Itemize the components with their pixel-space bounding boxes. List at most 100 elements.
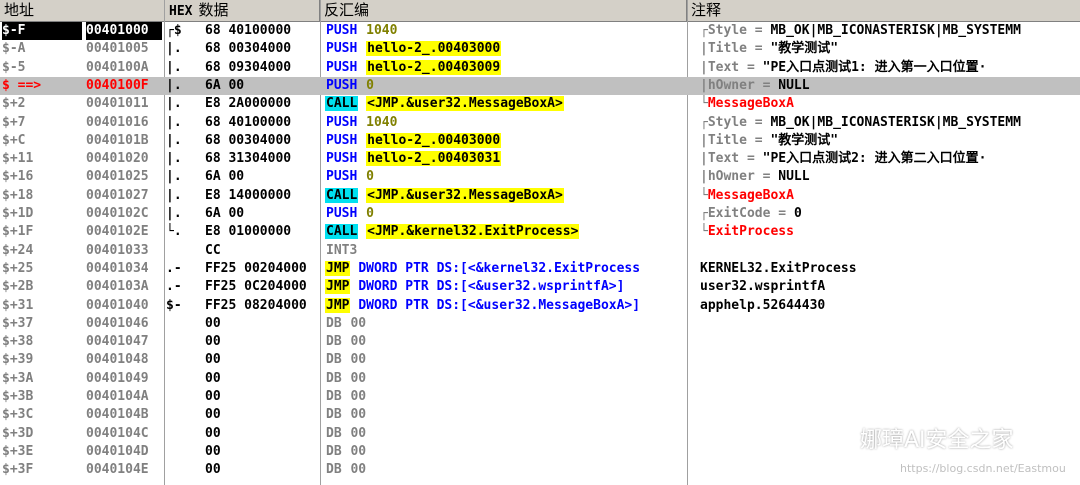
row-operand: hello-2_.00403000 bbox=[366, 41, 502, 57]
row-branch-marker: |. bbox=[166, 77, 182, 93]
listing-row[interactable]: $+37 00401046 00 DB 00 bbox=[0, 315, 1080, 333]
row-disassembly: PUSH 1040 bbox=[325, 22, 687, 40]
listing-row[interactable]: $+2 00401011 |. E8 2A000000 CALL <JMP.&user3… bbox=[0, 95, 1080, 113]
comment-value: MessageBoxA bbox=[707, 187, 794, 203]
row-operand: 00 bbox=[350, 315, 367, 331]
row-hex-bytes: CC bbox=[205, 242, 221, 258]
row-mnemonic: CALL bbox=[325, 96, 359, 112]
listing-row[interactable]: $+38 00401047 00 DB 00 bbox=[0, 333, 1080, 351]
row-branch-marker bbox=[166, 351, 196, 369]
row-comment: KERNEL32.ExitProcess bbox=[700, 260, 1080, 278]
row-address: 00401011 bbox=[86, 96, 149, 112]
row-operand: 00 bbox=[350, 389, 367, 404]
row-operand: <JMP.&user32.MessageBoxA> bbox=[366, 187, 564, 203]
row-offset: $+3B bbox=[2, 389, 34, 404]
listing-row[interactable]: $+3A 00401049 00 DB 00 bbox=[0, 370, 1080, 388]
row-disassembly: DB 00 bbox=[325, 351, 687, 369]
row-address: 00401046 bbox=[86, 315, 149, 331]
row-disassembly: DB 00 bbox=[325, 388, 687, 406]
row-hex-bytes: 00 bbox=[205, 352, 221, 368]
row-branch-marker: |. bbox=[166, 132, 182, 148]
listing-row[interactable]: $+7 00401016 |. 68 40100000 PUSH 1040 ┌Style … bbox=[0, 114, 1080, 132]
listing-row[interactable]: $+31 00401040 $- FF25 08204000 JMP DWORD PTR… bbox=[0, 297, 1080, 315]
row-operand: 1040 bbox=[366, 23, 398, 38]
row-hex-bytes: 00 bbox=[205, 407, 221, 423]
row-hex-bytes: 00 bbox=[205, 315, 221, 331]
row-branch-marker: |. bbox=[166, 114, 182, 130]
listing-row[interactable]: $+C 0040101B |. 68 00304000 PUSH hello-2_.00… bbox=[0, 132, 1080, 150]
row-hex-bytes: 00 bbox=[205, 425, 221, 441]
row-disassembly: CALL <JMP.&user32.MessageBoxA> bbox=[325, 187, 687, 205]
column-header-address[interactable]: 地址 bbox=[0, 0, 165, 21]
row-comment: └MessageBoxA bbox=[700, 95, 1080, 113]
row-comment: └MessageBoxA bbox=[700, 187, 1080, 205]
row-offset: $+18 bbox=[2, 187, 34, 203]
row-hex-bytes: 68 31304000 bbox=[205, 151, 292, 167]
row-comment bbox=[700, 370, 1080, 388]
comment-param-name: |Text bbox=[700, 59, 740, 75]
row-mnemonic: DB bbox=[326, 407, 342, 423]
row-address: 0040101B bbox=[86, 132, 149, 148]
comment-value: "PE入口点测试1: 进入第一入口位置· bbox=[762, 59, 987, 75]
listing-row[interactable]: $+16 00401025 |. 6A 00 PUSH 0 |hOwner = NULL bbox=[0, 168, 1080, 186]
row-mnemonic: PUSH bbox=[326, 41, 358, 57]
row-disassembly: INT3 bbox=[325, 242, 687, 260]
listing-row[interactable]: $ ==> 0040100F |. 6A 00 PUSH 0 |hOwner = NULL bbox=[0, 76, 1080, 96]
row-branch-marker: └. bbox=[166, 224, 182, 240]
row-address: 0040104D bbox=[86, 443, 149, 459]
row-hex-bytes: 68 00304000 bbox=[205, 41, 292, 57]
row-address: 00401033 bbox=[86, 242, 149, 258]
comment-param-name: └ bbox=[700, 96, 708, 112]
comment-param-name: ┌ExitCode bbox=[700, 206, 771, 221]
row-offset: $+25 bbox=[2, 260, 34, 276]
listing-row[interactable]: $+1D 0040102C |. 6A 00 PUSH 0 ┌ExitCode = 0 bbox=[0, 205, 1080, 223]
row-disassembly: JMP DWORD PTR DS:[<&kernel32.ExitProcess bbox=[325, 260, 687, 278]
row-comment: |hOwner = NULL bbox=[700, 77, 1080, 95]
row-comment: |Text = "PE入口点测试1: 进入第一入口位置· bbox=[700, 59, 1080, 77]
listing-row[interactable]: $+1F 0040102E └. E8 01000000 CALL <JMP.&kern… bbox=[0, 223, 1080, 241]
listing-row[interactable]: $-F 00401000 ┌$ 68 40100000 PUSH 1040 ┌Style … bbox=[0, 22, 1080, 41]
listing-row[interactable]: $-5 0040100A |. 68 09304000 PUSH hello-2_.00… bbox=[0, 59, 1080, 77]
listing-row[interactable]: $+25 00401034 .- FF25 00204000 JMP DWORD PTR… bbox=[0, 260, 1080, 278]
row-hex-bytes: E8 14000000 bbox=[205, 187, 292, 203]
row-address: 00401040 bbox=[86, 297, 149, 313]
row-operand: 00 bbox=[350, 370, 367, 386]
row-operand: 00 bbox=[350, 425, 367, 441]
column-header-comment[interactable]: 注释 bbox=[687, 0, 1080, 21]
row-mnemonic: DB bbox=[326, 334, 342, 350]
row-operand: 00 bbox=[350, 462, 367, 478]
row-offset: $+1F bbox=[2, 224, 34, 240]
listing-row[interactable]: $+18 00401027 |. E8 14000000 CALL <JMP.&user… bbox=[0, 187, 1080, 205]
comment-separator: = bbox=[746, 41, 771, 57]
listing-row[interactable]: $+11 00401020 |. 68 31304000 PUSH hello-2_.0… bbox=[0, 150, 1080, 168]
column-header-disassembly[interactable]: 反汇编 bbox=[320, 0, 687, 21]
row-hex-bytes: FF25 08204000 bbox=[205, 297, 307, 313]
row-branch-marker bbox=[166, 425, 196, 443]
row-disassembly: CALL <JMP.&kernel32.ExitProcess> bbox=[325, 223, 687, 241]
listing-row[interactable]: $+24 00401033 CC INT3 bbox=[0, 242, 1080, 260]
listing-row[interactable]: $+3B 0040104A 00 DB 00 bbox=[0, 388, 1080, 406]
row-mnemonic: JMP bbox=[325, 279, 351, 295]
row-offset: $+1D bbox=[2, 206, 34, 221]
row-disassembly: PUSH 0 bbox=[325, 168, 687, 186]
row-branch-marker bbox=[166, 333, 196, 351]
comment-separator: = bbox=[754, 77, 779, 93]
column-header-hex[interactable]: HEX 数据 bbox=[165, 0, 320, 21]
row-mnemonic: DB bbox=[326, 315, 342, 331]
row-mnemonic: DB bbox=[326, 462, 342, 478]
row-comment: |Text = "PE入口点测试2: 进入第二入口位置· bbox=[700, 150, 1080, 168]
row-mnemonic: DB bbox=[326, 425, 342, 441]
watermark-text: 娜璋AI安全之家 bbox=[860, 428, 1014, 453]
row-branch-marker: .- bbox=[166, 279, 182, 295]
listing-row[interactable]: $+2B 0040103A .- FF25 0C204000 JMP DWORD PTR… bbox=[0, 278, 1080, 296]
row-hex-bytes: E8 01000000 bbox=[205, 224, 292, 240]
row-operand: hello-2_.00403031 bbox=[366, 151, 502, 167]
row-address: 0040100F bbox=[86, 77, 149, 93]
row-disassembly: PUSH hello-2_.00403000 bbox=[325, 132, 687, 150]
listing-row[interactable]: $+39 00401048 00 DB 00 bbox=[0, 351, 1080, 369]
row-hex-bytes: 68 00304000 bbox=[205, 132, 292, 148]
comment-value: ExitProcess bbox=[707, 224, 794, 240]
listing-row[interactable]: $-A 00401005 |. 68 00304000 PUSH hello-2_.00… bbox=[0, 40, 1080, 58]
comment-param-name: └ bbox=[700, 187, 708, 203]
row-branch-marker bbox=[166, 388, 196, 406]
